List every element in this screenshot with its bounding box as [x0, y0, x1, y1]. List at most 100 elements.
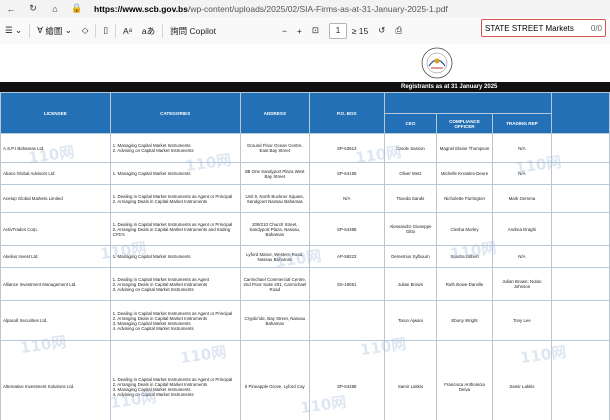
page-view-icon: ▯: [103, 25, 109, 35]
licensee-cell: Alliance Investment Management Ltd.: [0, 267, 111, 301]
translate-button[interactable]: aあ: [137, 17, 160, 44]
address-cell: 209/210 Church Street, Sandyport Plaza, …: [239, 212, 310, 246]
compliance-cell: Michelle Knowles-Deure: [436, 162, 493, 185]
licensee-cell: Alpacull Securities Ltd.: [0, 300, 111, 341]
blank-cell: [551, 212, 610, 246]
blank-cell: [551, 133, 610, 163]
column-header-licensee: LICENSEE: [0, 92, 111, 134]
lock-icon[interactable]: 🔒: [66, 3, 88, 14]
zoom-in-button[interactable]: +: [292, 17, 307, 44]
copilot-button[interactable]: 詢問 Copilot: [165, 17, 221, 44]
compliance-cell: Clesha Morley: [436, 212, 493, 246]
po-box-cell: SS-19051: [308, 267, 385, 301]
find-result-count: 0/0: [590, 23, 602, 33]
print-button[interactable]: ⎙: [390, 17, 407, 44]
trading-cell: N/A: [491, 162, 553, 185]
blank-cell: [551, 267, 610, 301]
fit-page-button[interactable]: ⊡: [307, 17, 324, 44]
column-header-trading: TRADING REP: [491, 113, 553, 134]
toolbar-divider: [29, 23, 31, 38]
read-aloud-button[interactable]: Aᵃ: [118, 17, 137, 44]
po-box-cell: [308, 300, 385, 341]
eraser-button[interactable]: ◇: [77, 17, 94, 44]
page-total: ≥ 15: [351, 25, 369, 36]
po-box-cell: AP-59223: [308, 245, 385, 268]
url-field[interactable]: https://www.scb.gov.bs/wp-content/upload…: [94, 4, 448, 14]
ceo-cell: Samir Lakkis: [383, 340, 438, 420]
refresh-icon[interactable]: ↻: [22, 3, 44, 14]
ceo-cell: Oliver Metz: [383, 162, 438, 185]
toolbar-divider: [115, 23, 117, 38]
column-header-blank: [551, 92, 610, 134]
po-box-cell: SP-64288: [308, 340, 385, 420]
licensee-cell: A.S.P.I Bahamas Ltd.: [0, 133, 111, 163]
trading-cell: Andrea Draghi: [491, 212, 553, 246]
table-row: Alpacull Securities Ltd. 1. Dealing in C…: [0, 300, 610, 341]
rotate-icon: ↺: [378, 25, 386, 35]
categories-cell: 1. Managing Capital Market Instruments 2.…: [109, 133, 241, 163]
back-icon[interactable]: ←: [0, 4, 22, 14]
compliance-cell: Francisca Anthonicia Delva: [436, 340, 493, 420]
compliance-cell: Ebony Wright: [436, 300, 493, 341]
column-header-po-box: P.O. BOX: [308, 92, 385, 134]
commission-seal-icon: [421, 47, 453, 79]
column-header-group: [383, 92, 553, 114]
ceo-cell: Tarun Ajwani: [383, 300, 438, 341]
find-query: STATE STREET Markets: [485, 23, 574, 33]
licensee-cell: Acetop Global Markets Limited: [0, 184, 111, 213]
trading-cell: Julian Brown; Nolan Johnson: [491, 267, 553, 301]
table-row: Acetop Global Markets Limited 1. Dealing…: [0, 184, 610, 213]
address-cell: 5 Pineapple Grove, Lyford Cay: [239, 340, 310, 420]
table-row: ActivTrades Corp. 1. Dealing in Capital …: [0, 212, 610, 246]
fit-page-icon: ⊡: [311, 25, 320, 35]
ceo-cell: Tsoeda Sands: [383, 184, 438, 213]
read-aloud-label: Aᵃ: [123, 25, 132, 36]
blank-cell: [551, 340, 610, 420]
po-box-cell: SP-64388: [308, 212, 385, 246]
po-box-cell: N/A: [308, 184, 385, 213]
blank-cell: [551, 245, 610, 268]
toolbar-divider: [95, 23, 97, 38]
rotate-button[interactable]: ↺: [373, 17, 390, 44]
trading-cell: N/A: [491, 245, 553, 268]
po-box-cell: SP-64158: [308, 162, 385, 185]
page-number-input[interactable]: 1: [329, 22, 348, 39]
zoom-out-button[interactable]: −: [277, 17, 292, 44]
trading-cell: N/A: [491, 133, 553, 163]
page-view-button[interactable]: ▯: [98, 17, 113, 44]
doc-banner-title: Registrants as at 31 January 2025: [401, 84, 498, 90]
address-cell: Lyford Manor, Western Road, Nassau Baham…: [239, 245, 310, 268]
column-header-address: ADDRESS: [239, 92, 310, 134]
column-header-categories: CATEGORIES: [109, 92, 241, 134]
categories-cell: 1. Dealing in Capital Market Instruments…: [109, 340, 241, 420]
address-cell: Ground Floor Ocean Centre, East Bay Stre…: [239, 133, 310, 163]
ceo-cell: Demetrius Sylbourn: [383, 245, 438, 268]
categories-cell: 1. Dealing in Capital Market Instruments…: [109, 300, 241, 341]
ceo-cell: Carole Sasson: [383, 133, 438, 163]
trading-cell: Samir Lakkis: [491, 340, 553, 420]
categories-cell: 1. Managing Capital Market Instruments: [109, 245, 241, 268]
draw-button[interactable]: ∀ 繪圖 ⌄: [32, 17, 77, 44]
licensee-cell: Akelius Invest Ltd.: [0, 245, 111, 268]
column-header-compliance: COMPLIANCE OFFICER: [436, 113, 493, 134]
address-cell: Carmichael Commercial Centre, 2nd Floor …: [239, 267, 310, 301]
table-header-row: LICENSEE CATEGORIES ADDRESS P.O. BOX: [0, 92, 610, 134]
ceo-cell: Julian Brown: [383, 267, 438, 301]
categories-cell: 1. Managing Capital Market Instruments: [109, 162, 241, 185]
draw-label: 繪圖: [45, 25, 63, 36]
compliance-cell: Nicholette Farrington: [436, 184, 493, 213]
table-row: Akelius Invest Ltd. 1. Managing Capital …: [0, 245, 610, 268]
filter-button[interactable]: ☰ ⌄: [0, 17, 27, 44]
table-row: Alliance Investment Management Ltd. 1. D…: [0, 267, 610, 301]
column-header-ceo: CEO: [383, 113, 438, 134]
translate-label: aあ: [141, 25, 156, 36]
home-icon[interactable]: ⌂: [44, 4, 66, 14]
address-cell: Unit 9, North Buckner Square, Sandyport …: [239, 184, 310, 213]
find-in-page-input[interactable]: STATE STREET Markets 0/0: [481, 19, 606, 37]
table-row: A.S.P.I Bahamas Ltd. 1. Managing Capital…: [0, 133, 610, 163]
licensee-cell: Alternative Investment Solutions Ltd.: [0, 340, 111, 420]
address-bar: ← ↻ ⌂ 🔒 https://www.scb.gov.bs/wp-conten…: [0, 0, 610, 17]
eraser-icon: ◇: [81, 25, 89, 35]
blank-cell: [551, 162, 610, 185]
compliance-cell: Ruth Bowe-Darville: [436, 267, 493, 301]
